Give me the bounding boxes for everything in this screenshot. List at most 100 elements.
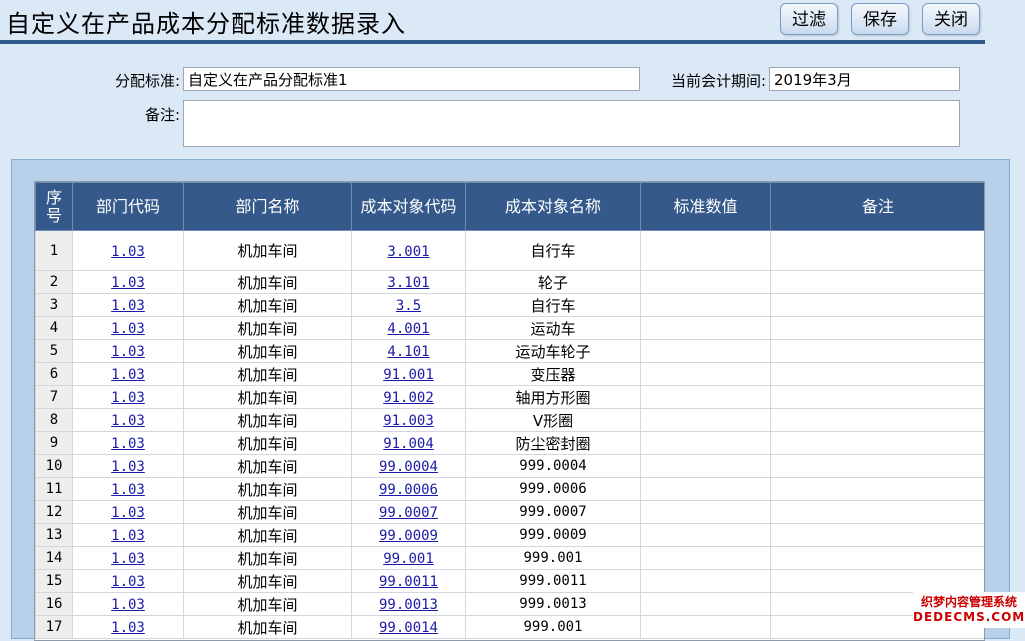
dept-code-link[interactable]: 1.03 — [111, 574, 145, 590]
dept-code-link[interactable]: 1.03 — [111, 528, 145, 544]
table-row[interactable]: 7 1.03 机加车间 91.002 轴用方形圈 — [35, 385, 984, 409]
remark-cell[interactable] — [770, 385, 984, 409]
table-row[interactable]: 4 1.03 机加车间 4.001 运动车 — [35, 316, 984, 340]
table-row[interactable]: 15 1.03 机加车间 99.0011 999.0011 — [35, 569, 984, 593]
obj-code-link[interactable]: 4.101 — [387, 344, 429, 360]
obj-code-link[interactable]: 99.0009 — [379, 528, 438, 544]
dept-code-link[interactable]: 1.03 — [111, 413, 145, 429]
table-row[interactable]: 16 1.03 机加车间 99.0013 999.0013 — [35, 592, 984, 616]
table-row[interactable]: 8 1.03 机加车间 91.003 V形圈 — [35, 408, 984, 432]
col-header-seq-label: 序号 — [45, 187, 62, 225]
remark-cell[interactable] — [770, 408, 984, 432]
std-value-cell[interactable] — [640, 362, 771, 386]
std-value-cell[interactable] — [640, 592, 771, 616]
col-header-obj-code[interactable]: 成本对象代码 — [351, 182, 466, 231]
table-row[interactable]: 6 1.03 机加车间 91.001 变压器 — [35, 362, 984, 386]
std-value-cell[interactable] — [640, 454, 771, 478]
dept-code-link[interactable]: 1.03 — [111, 244, 145, 260]
std-value-cell[interactable] — [640, 385, 771, 409]
std-value-cell[interactable] — [640, 569, 771, 593]
remark-cell[interactable] — [770, 293, 984, 317]
obj-code-link[interactable]: 99.0013 — [379, 597, 438, 613]
table-row[interactable]: 14 1.03 机加车间 99.001 999.001 — [35, 546, 984, 570]
dept-code-link[interactable]: 1.03 — [111, 505, 145, 521]
remark-textarea[interactable] — [183, 100, 960, 147]
std-value-cell[interactable] — [640, 316, 771, 340]
obj-code-link[interactable]: 91.002 — [383, 390, 434, 406]
obj-code-link[interactable]: 99.0011 — [379, 574, 438, 590]
remark-cell[interactable] — [770, 230, 984, 271]
close-button[interactable]: 关闭 — [922, 3, 980, 35]
std-value-cell[interactable] — [640, 339, 771, 363]
dept-code-link[interactable]: 1.03 — [111, 344, 145, 360]
filter-button[interactable]: 过滤 — [780, 3, 838, 35]
remark-cell[interactable] — [770, 270, 984, 294]
table-row[interactable]: 1 1.03 机加车间 3.001 自行车 — [35, 230, 984, 271]
obj-code-link[interactable]: 3.001 — [387, 244, 429, 260]
remark-cell[interactable] — [770, 477, 984, 501]
std-value-cell[interactable] — [640, 500, 771, 524]
dept-code-link[interactable]: 1.03 — [111, 597, 145, 613]
std-value-cell[interactable] — [640, 230, 771, 271]
dept-name-cell: 机加车间 — [183, 546, 352, 570]
table-row[interactable]: 13 1.03 机加车间 99.0009 999.0009 — [35, 523, 984, 547]
obj-code-link[interactable]: 4.001 — [387, 321, 429, 337]
table-row[interactable]: 11 1.03 机加车间 99.0006 999.0006 — [35, 477, 984, 501]
period-input[interactable] — [769, 67, 960, 91]
std-value-cell[interactable] — [640, 546, 771, 570]
obj-code-link[interactable]: 91.004 — [383, 436, 434, 452]
obj-code-link[interactable]: 99.0007 — [379, 505, 438, 521]
obj-code-link[interactable]: 91.003 — [383, 413, 434, 429]
remark-cell[interactable] — [770, 500, 984, 524]
std-value-cell[interactable] — [640, 293, 771, 317]
dept-code-link[interactable]: 1.03 — [111, 275, 145, 291]
remark-cell[interactable] — [770, 339, 984, 363]
remark-cell[interactable] — [770, 523, 984, 547]
obj-code-link[interactable]: 3.5 — [396, 298, 421, 314]
std-value-cell[interactable] — [640, 431, 771, 455]
table-row[interactable]: 10 1.03 机加车间 99.0004 999.0004 — [35, 454, 984, 478]
obj-code-link[interactable]: 99.0014 — [379, 620, 438, 636]
obj-name-cell: 运动车轮子 — [465, 339, 641, 363]
col-header-std-value[interactable]: 标准数值 — [640, 182, 771, 231]
std-value-cell[interactable] — [640, 615, 771, 639]
obj-code-link[interactable]: 99.001 — [383, 551, 434, 567]
table-row[interactable]: 5 1.03 机加车间 4.101 运动车轮子 — [35, 339, 984, 363]
col-header-dept-name[interactable]: 部门名称 — [183, 182, 352, 231]
obj-code-link[interactable]: 91.001 — [383, 367, 434, 383]
std-value-cell[interactable] — [640, 477, 771, 501]
remark-cell[interactable] — [770, 454, 984, 478]
dept-code-link[interactable]: 1.03 — [111, 298, 145, 314]
obj-code-link[interactable]: 99.0006 — [379, 482, 438, 498]
dept-code-link[interactable]: 1.03 — [111, 436, 145, 452]
dept-code-link[interactable]: 1.03 — [111, 367, 145, 383]
table-row[interactable]: 2 1.03 机加车间 3.101 轮子 — [35, 270, 984, 294]
dept-code-link[interactable]: 1.03 — [111, 482, 145, 498]
obj-code-link[interactable]: 3.101 — [387, 275, 429, 291]
dept-code-link[interactable]: 1.03 — [111, 551, 145, 567]
table-row[interactable]: 17 1.03 机加车间 99.0014 999.001 — [35, 615, 984, 639]
standard-input[interactable] — [183, 67, 640, 91]
table-row[interactable]: 9 1.03 机加车间 91.004 防尘密封圈 — [35, 431, 984, 455]
remark-cell[interactable] — [770, 362, 984, 386]
dept-code-link[interactable]: 1.03 — [111, 321, 145, 337]
obj-code-link[interactable]: 99.0004 — [379, 459, 438, 475]
dept-code-link[interactable]: 1.03 — [111, 459, 145, 475]
col-header-remark[interactable]: 备注 — [770, 182, 984, 231]
table-row[interactable]: 12 1.03 机加车间 99.0007 999.0007 — [35, 500, 984, 524]
dept-code-link[interactable]: 1.03 — [111, 620, 145, 636]
dept-code-link[interactable]: 1.03 — [111, 390, 145, 406]
dept-code-cell: 1.03 — [72, 500, 184, 524]
remark-cell[interactable] — [770, 569, 984, 593]
row-seq: 17 — [35, 615, 73, 639]
std-value-cell[interactable] — [640, 523, 771, 547]
remark-cell[interactable] — [770, 546, 984, 570]
std-value-cell[interactable] — [640, 408, 771, 432]
remark-cell[interactable] — [770, 316, 984, 340]
save-button[interactable]: 保存 — [851, 3, 909, 35]
std-value-cell[interactable] — [640, 270, 771, 294]
col-header-dept-code[interactable]: 部门代码 — [72, 182, 184, 231]
col-header-obj-name[interactable]: 成本对象名称 — [465, 182, 641, 231]
remark-cell[interactable] — [770, 431, 984, 455]
table-row[interactable]: 3 1.03 机加车间 3.5 自行车 — [35, 293, 984, 317]
